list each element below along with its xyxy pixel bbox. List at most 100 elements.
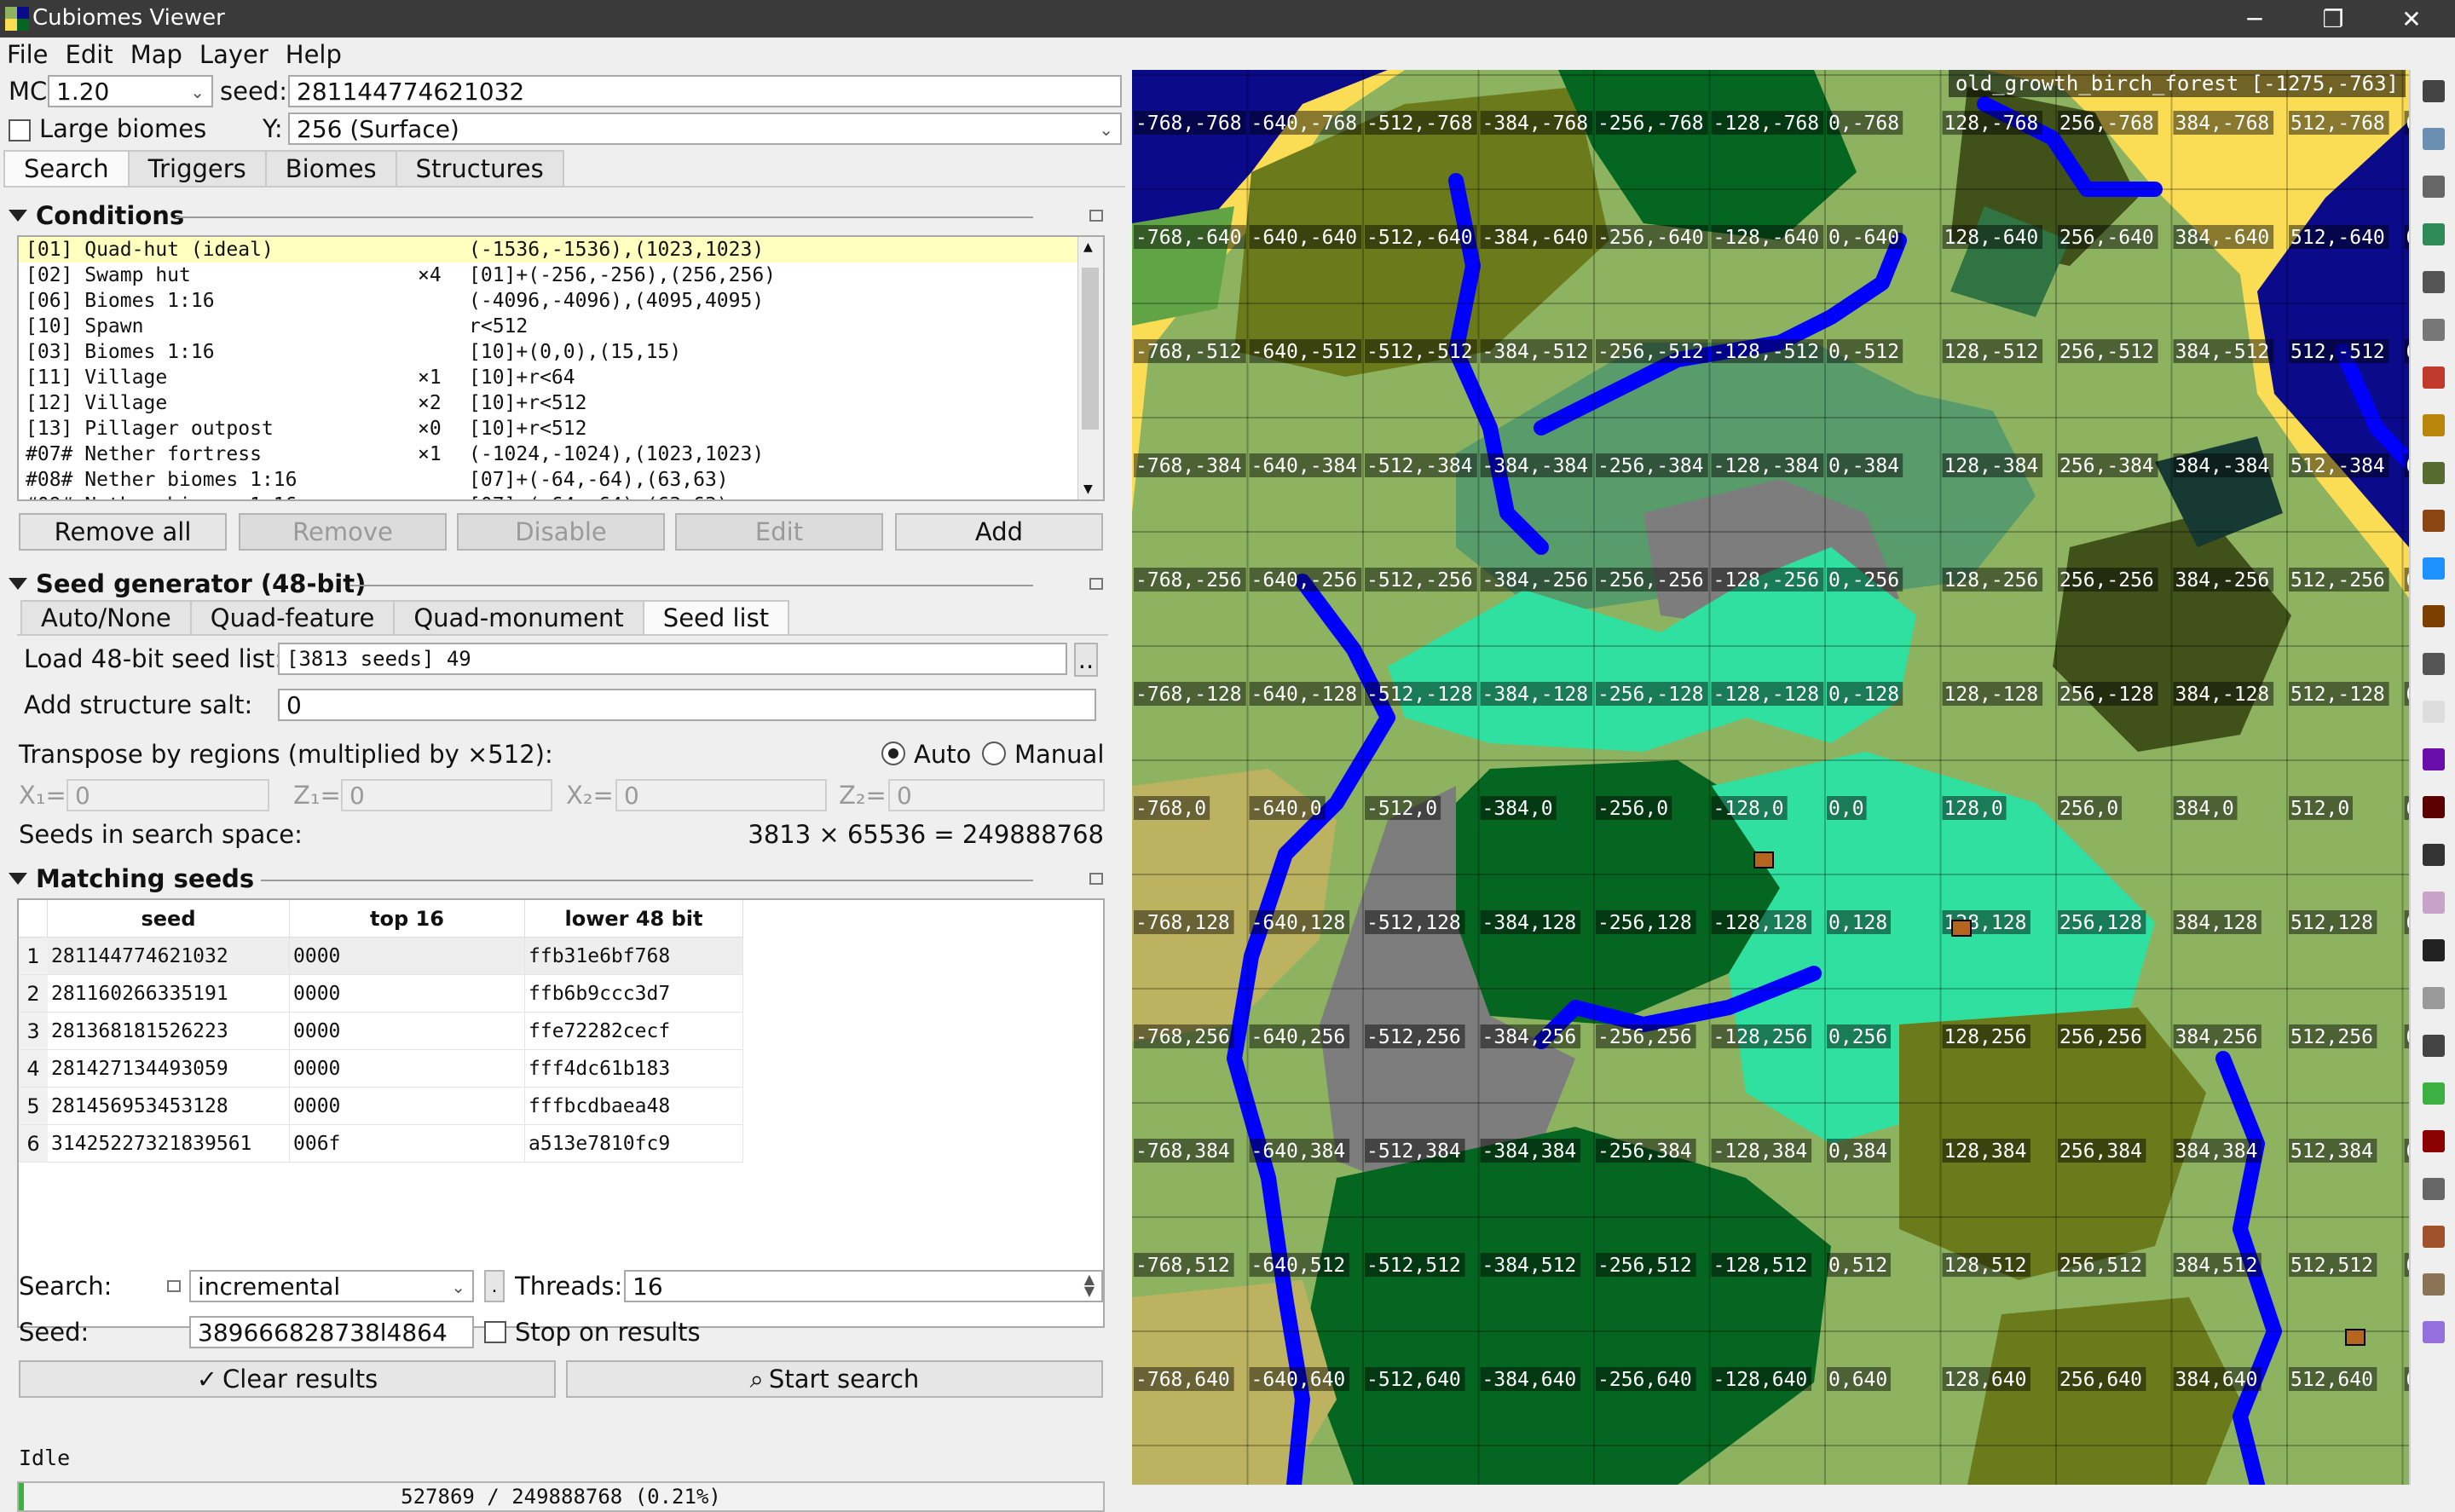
shipwreck-icon[interactable] xyxy=(2423,510,2445,532)
condition-row[interactable]: [12] Village ×2 [10]+r<512 xyxy=(19,390,1103,416)
search-mode-select[interactable]: incremental ⌄ xyxy=(189,1270,474,1302)
salt-input[interactable]: 0 xyxy=(278,689,1096,721)
float-panel-icon[interactable] xyxy=(1089,578,1103,590)
remove-all-button[interactable]: Remove all xyxy=(19,513,227,551)
menu-map[interactable]: Map xyxy=(130,40,182,69)
start-search-button[interactable]: ⌕ Start search xyxy=(566,1360,1103,1398)
portal-icon[interactable] xyxy=(2423,748,2445,770)
menu-help[interactable]: Help xyxy=(286,40,342,69)
seed-cell[interactable]: 281456953453128 xyxy=(48,1088,290,1125)
ruin-icon[interactable] xyxy=(2423,1226,2445,1248)
remove-button[interactable]: Remove xyxy=(239,513,447,551)
tab-triggers[interactable]: Triggers xyxy=(127,150,267,186)
search-more-button[interactable]: . xyxy=(484,1270,505,1302)
top16-cell[interactable]: 006f xyxy=(290,1125,525,1163)
condition-row[interactable]: [06] Biomes 1:16 (-4096,-4096),(4095,4095… xyxy=(19,288,1103,314)
condition-row[interactable]: [10] Spawn r<512 xyxy=(19,314,1103,339)
condition-row[interactable]: #07# Nether fortress ×1 (-1024,-1024),(102… xyxy=(19,441,1103,467)
trail-icon[interactable] xyxy=(2423,1273,2445,1296)
condition-row[interactable]: [11] Village ×1 [10]+r<64 xyxy=(19,365,1103,390)
condition-row[interactable]: [02] Swamp hut ×4 [01]+(-256,-256),(256,25… xyxy=(19,263,1103,288)
stop-on-results-checkbox[interactable] xyxy=(484,1321,506,1343)
conditions-scrollbar[interactable]: ▲ ▼ xyxy=(1077,237,1103,499)
scroll-up-icon[interactable]: ▲ xyxy=(1083,240,1093,254)
fortress-icon[interactable] xyxy=(2423,796,2445,818)
stronghold-icon[interactable] xyxy=(2423,1035,2445,1057)
grid-icon[interactable] xyxy=(2423,176,2445,198)
cursor-icon[interactable] xyxy=(2423,80,2445,102)
conditions-header[interactable]: Conditions xyxy=(9,201,184,230)
start-seed-input[interactable]: 389666828738l4864 xyxy=(189,1316,474,1348)
tab-quad-monument[interactable]: Quad-monument xyxy=(393,600,644,634)
menu-file[interactable]: File xyxy=(7,40,49,69)
disable-button[interactable]: Disable xyxy=(457,513,665,551)
x2-input[interactable]: 0 xyxy=(615,779,827,811)
edit-button[interactable]: Edit xyxy=(675,513,883,551)
igloo-icon[interactable] xyxy=(2423,701,2445,723)
top16-cell[interactable]: 0000 xyxy=(290,1013,525,1050)
outpost-icon[interactable] xyxy=(2423,653,2445,675)
search-options-icon[interactable] xyxy=(167,1280,181,1292)
seed-cell[interactable]: 281368181526223 xyxy=(48,1013,290,1050)
column-header-seed[interactable]: seed xyxy=(48,900,290,938)
spawn-icon[interactable] xyxy=(2423,987,2445,1009)
top16-cell[interactable]: 0000 xyxy=(290,975,525,1013)
swamp-hut-icon[interactable] xyxy=(2423,462,2445,484)
chunk-icon[interactable] xyxy=(2423,1178,2445,1200)
condition-row[interactable]: [03] Biomes 1:16 [10]+(0,0),(15,15) xyxy=(19,339,1103,365)
geode-icon[interactable] xyxy=(2423,1321,2445,1343)
gateway-icon[interactable] xyxy=(2423,939,2445,961)
tab-structures[interactable]: Structures xyxy=(395,150,564,186)
y-level-select[interactable]: 256 (Surface) ⌄ xyxy=(288,113,1122,145)
seed-cell[interactable]: 31425227321839561 xyxy=(48,1125,290,1163)
menu-edit[interactable]: Edit xyxy=(66,40,113,69)
lower48-cell[interactable]: ffb6b9ccc3d7 xyxy=(525,975,743,1013)
condition-row[interactable]: #09# Nether biomes 1:16 [07]+(-64,-64),(6… xyxy=(19,493,1103,499)
map-layer-icon[interactable] xyxy=(2423,128,2445,150)
scrollbar-thumb[interactable] xyxy=(1082,268,1099,430)
x1-input[interactable]: 0 xyxy=(66,779,269,811)
coordinates-icon[interactable] xyxy=(2423,271,2445,293)
monument-icon[interactable] xyxy=(2423,557,2445,580)
bastion-icon[interactable] xyxy=(2423,844,2445,866)
maximize-button[interactable]: ❐ xyxy=(2295,0,2371,38)
lower48-cell[interactable]: a513e7810fc9 xyxy=(525,1125,743,1163)
slime-icon[interactable] xyxy=(2423,1082,2445,1105)
matching-seeds-header[interactable]: Matching seeds xyxy=(9,864,254,893)
z2-input[interactable]: 0 xyxy=(888,779,1105,811)
matching-seeds-table[interactable]: seed top 16 lower 48 bit 1 28114477462103… xyxy=(17,898,1105,1328)
browse-button[interactable]: .. xyxy=(1074,643,1098,677)
tab-search[interactable]: Search xyxy=(3,150,130,186)
condition-row[interactable]: #08# Nether biomes 1:16 [07]+(-64,-64),(6… xyxy=(19,467,1103,493)
minimize-button[interactable]: ─ xyxy=(2216,0,2293,38)
tab-seed-list[interactable]: Seed list xyxy=(642,600,790,634)
temple-icon[interactable] xyxy=(2423,414,2445,436)
threads-spinbox[interactable]: 16 ▲ ▼ xyxy=(624,1270,1103,1302)
end-city-icon[interactable] xyxy=(2423,892,2445,914)
seed-cell[interactable]: 281427134493059 xyxy=(48,1050,290,1088)
mansion-icon[interactable] xyxy=(2423,605,2445,627)
column-header-top16[interactable]: top 16 xyxy=(290,900,525,938)
z1-input[interactable]: 0 xyxy=(341,779,552,811)
top16-cell[interactable]: 0000 xyxy=(290,1088,525,1125)
manual-radio[interactable] xyxy=(982,742,1006,765)
village-icon[interactable] xyxy=(2423,366,2445,389)
seed-list-input[interactable]: [3813 seeds] 49 xyxy=(278,643,1067,675)
row-number[interactable]: 4 xyxy=(19,1050,48,1088)
row-number[interactable]: 3 xyxy=(19,1013,48,1050)
seed-cell[interactable]: 281144774621032 xyxy=(48,938,290,975)
condition-row[interactable]: [01] Quad-hut (ideal) (-1536,-1536),(1023… xyxy=(19,237,1103,263)
map-canvas[interactable]: -768,-768 -640,-768 -512,-768 -384,-768 -256… xyxy=(1132,70,2409,1485)
conditions-list[interactable]: [01] Quad-hut (ideal) (-1536,-1536),(1023… xyxy=(17,235,1105,501)
top16-cell[interactable]: 0000 xyxy=(290,1050,525,1088)
add-button[interactable]: Add xyxy=(895,513,1103,551)
top16-cell[interactable]: 0000 xyxy=(290,938,525,975)
row-number[interactable]: 2 xyxy=(19,975,48,1013)
overlay-icon[interactable] xyxy=(2423,319,2445,341)
row-number[interactable]: 5 xyxy=(19,1088,48,1125)
float-panel-icon[interactable] xyxy=(1089,873,1103,885)
lower48-cell[interactable]: fffbcdbaea48 xyxy=(525,1088,743,1125)
lower48-cell[interactable]: fff4dc61b183 xyxy=(525,1050,743,1088)
close-button[interactable]: ✕ xyxy=(2373,0,2450,38)
lower48-cell[interactable]: ffb31e6bf768 xyxy=(525,938,743,975)
